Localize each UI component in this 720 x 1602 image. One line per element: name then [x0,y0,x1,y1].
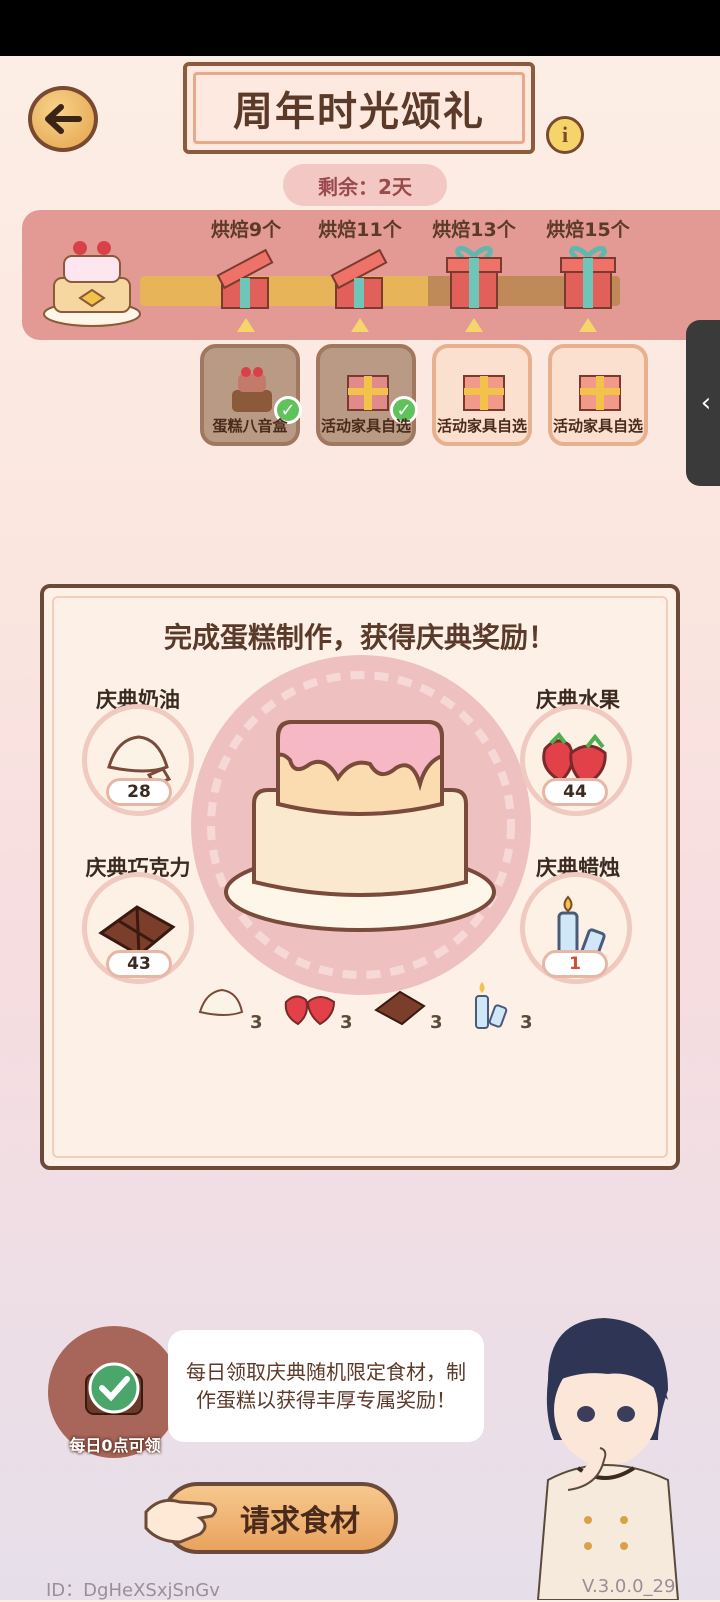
milestone-label: 烘焙15个 [546,219,630,241]
reward-label: 活动家具自选 [552,417,643,435]
required-count: 3 [520,1012,533,1033]
ingredient-count: 1 [542,950,608,978]
reward-label: 活动家具自选 [436,417,527,435]
reward-card-furniture-choice[interactable]: 活动家具自选 [432,344,532,446]
reward-label: 蛋糕八音盒 [212,417,288,435]
daily-claim-label: 每日0点可领 [69,1436,161,1455]
milestone-label: 烘焙9个 [210,219,282,241]
required-count: 3 [430,1012,443,1033]
cream-icon [198,988,244,1016]
candle-icon [475,982,508,1029]
reward-card-furniture-choice[interactable]: ✓ 活动家具自选 [316,344,418,446]
gift-box-icon [560,245,616,309]
ingredient-count: 44 [542,778,608,806]
status-bar [0,0,720,56]
music-box-icon [232,367,272,412]
strawberry-icon [284,995,336,1026]
reward-card-cake-music-box[interactable]: ✓ 蛋糕八音盒 [200,344,302,446]
milestone-marker [237,318,255,332]
gift-box-icon [463,375,505,411]
reward-card-furniture-choice[interactable]: 活动家具自选 [548,344,648,446]
opened-gift-icon [216,248,274,309]
reward-label: 活动家具自选 [320,417,411,435]
info-icon[interactable]: i [546,116,584,154]
milestone-marker [579,318,597,332]
player-id: ID：DgHeXSxjSnGv [46,1580,220,1601]
ingredient-count: 28 [106,778,172,806]
chevron-left-icon: ‹ [700,388,712,418]
milestone-marker [351,318,369,332]
milestone-marker [465,318,483,332]
chef-character [536,1318,680,1600]
tip-speech-bubble: 每日领取庆典随机限定食材，制作蛋糕以获得丰厚专属奖励！ [168,1330,484,1442]
remaining-time-badge: 剩余：2天 [283,164,447,206]
gift-box-icon [446,245,502,309]
cake-icon [43,241,141,327]
back-button[interactable] [28,86,98,152]
required-count: 3 [250,1012,263,1033]
page-title: 周年时光颂礼 [233,89,485,135]
ingredient-count: 43 [106,950,172,978]
gift-box-icon [579,375,621,411]
chocolate-icon [374,990,426,1026]
cake-illustration [224,720,496,932]
gift-box-icon [347,375,389,411]
title-banner: 周年时光颂礼 [183,62,535,154]
app-version: V.3.0.0_29 [582,1576,676,1597]
ingredient-basket-icon [85,1362,143,1415]
arrow-left-icon [45,104,82,134]
milestone-label: 烘焙11个 [318,219,402,241]
required-count: 3 [340,1012,353,1033]
side-drawer-tab[interactable]: ‹ [686,320,720,486]
milestone-label: 烘焙13个 [432,219,516,241]
opened-gift-icon [330,248,388,309]
handshake-icon [144,1498,217,1544]
